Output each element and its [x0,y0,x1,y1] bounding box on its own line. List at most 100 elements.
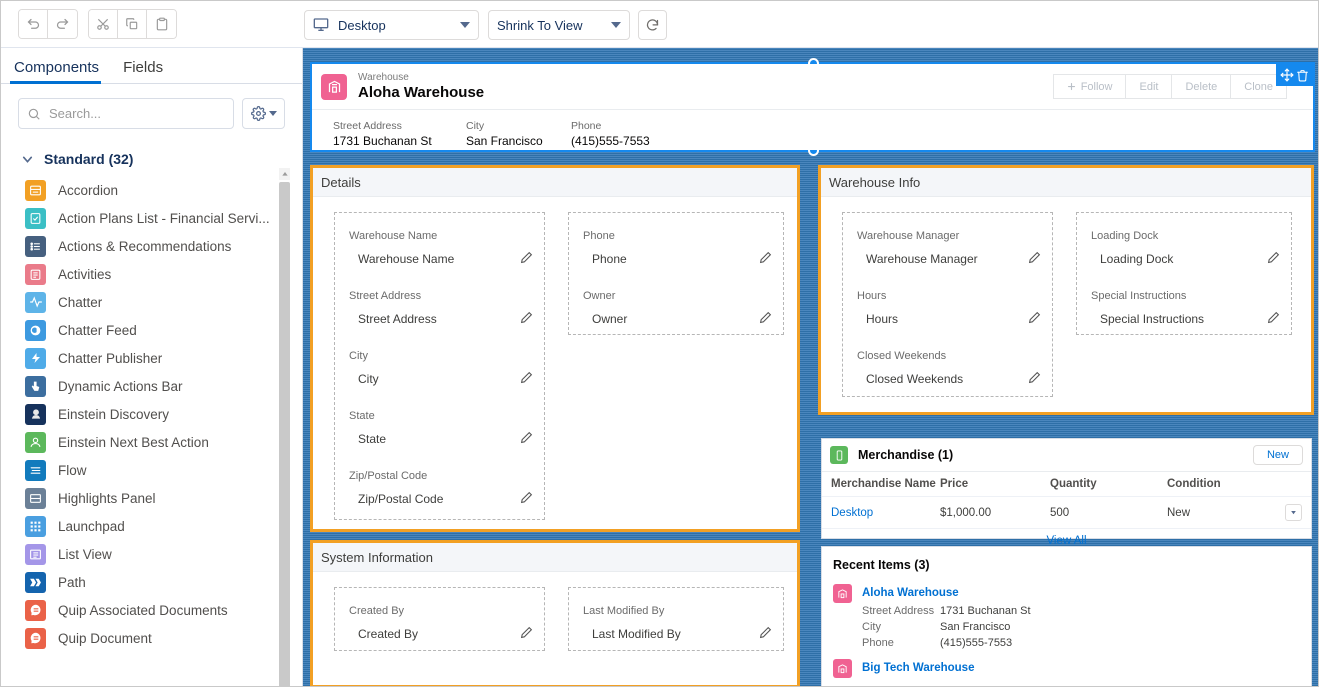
record-field-label: Phone [583,229,783,244]
warehouse-info-left-field-group[interactable]: Warehouse ManagerWarehouse ManagerHoursH… [842,212,1053,397]
recent-item-field: CitySan Francisco [862,619,1031,635]
component-list-item[interactable]: Quip Document [1,624,302,652]
scrollbar-thumb[interactable] [279,182,290,687]
undo-button[interactable] [19,10,48,38]
record-field-value: State [349,431,544,447]
highlights-field-label: City [466,119,571,133]
component-list-item[interactable]: Accordion [1,176,302,204]
record-field: CityCity [335,327,544,387]
component-list-item[interactable]: Dynamic Actions Bar [1,372,302,400]
tab-components[interactable]: Components [10,59,109,83]
details-right-field-group[interactable]: PhonePhoneOwnerOwner [568,212,784,335]
copy-button[interactable] [118,10,147,38]
search-box[interactable] [18,98,234,129]
row-actions-chevron-icon[interactable] [1285,504,1302,521]
details-left-field-group[interactable]: Warehouse NameWarehouse NameStreet Addre… [334,212,545,520]
highlights-field-label: Street Address [333,119,466,133]
component-list-item[interactable]: Actions & Recommendations [1,232,302,260]
drag-handle-icon[interactable] [1280,68,1294,82]
sidebar-scrollbar[interactable] [279,168,290,687]
highlights-action-follow[interactable]: Follow [1053,74,1126,99]
highlights-action-edit[interactable]: Edit [1125,74,1171,99]
merchandise-related-list[interactable]: Merchandise (1) New Merchandise NamePric… [821,438,1312,539]
component-list-item[interactable]: Einstein Next Best Action [1,428,302,456]
component-list-item[interactable]: Quip Associated Documents [1,596,302,624]
recent-item[interactable]: Aloha WarehouseStreet Address1731 Buchan… [822,576,1311,651]
edit-pencil-icon[interactable] [759,626,772,644]
action-plans-icon [25,208,46,229]
component-list-item[interactable]: Flow [1,456,302,484]
component-list-item[interactable]: Path [1,568,302,596]
component-list-item-label: Launchpad [58,519,125,534]
record-field-label: Created By [349,604,544,619]
recent-item-field-value: San Francisco [940,619,1010,635]
zoom-select-value: Shrink To View [497,18,611,33]
system-information-section-header: System Information [313,543,797,572]
refresh-button[interactable] [638,10,667,40]
warehouse-info-section[interactable]: Warehouse Info Warehouse ManagerWarehous… [818,165,1314,415]
system-information-section[interactable]: System Information Created ByCreated By … [310,540,800,687]
zoom-select[interactable]: Shrink To View [488,10,630,40]
edit-pencil-icon[interactable] [759,311,772,329]
highlights-field: CitySan Francisco [466,119,571,149]
recent-item-name-link[interactable]: Big Tech Warehouse [862,662,974,674]
highlights-panel-component[interactable]: Warehouse Aloha Warehouse FollowEditDele… [310,62,1315,152]
component-list-item[interactable]: Action Plans List - Financial Servi... [1,204,302,232]
plus-icon [1067,82,1076,91]
einstein-next-best-action-icon [25,432,46,453]
merchandise-column-header: Quantity [1050,472,1167,497]
component-list-item-label: Einstein Next Best Action [58,435,209,450]
merchandise-table-row[interactable]: Desktop$1,000.00500New [822,497,1311,529]
recent-item[interactable]: Big Tech Warehouse [822,651,1311,678]
chevron-down-icon [611,22,621,28]
sidebar-settings-button[interactable] [242,98,285,129]
highlights-fields: Street Address1731 Buchanan StCitySan Fr… [312,110,1313,149]
chevron-down-icon [269,111,277,116]
recent-item-field-value: 1731 Buchanan St [940,603,1031,619]
record-field: StateState [335,387,544,447]
merchandise-name-link[interactable]: Desktop [831,507,873,519]
component-list-item[interactable]: Highlights Panel [1,484,302,512]
tab-fields[interactable]: Fields [109,59,173,83]
record-field-value: Warehouse Name [349,251,544,267]
component-list-item-label: Chatter Feed [58,323,137,338]
merchandise-price: $1,000.00 [940,497,1050,529]
recent-item-field-value: (415)555-7553 [940,635,1012,651]
component-list-item[interactable]: Chatter [1,288,302,316]
highlights-field-value: 1731 Buchanan St [333,133,466,149]
component-list-item[interactable]: Activities [1,260,302,288]
edit-pencil-icon[interactable] [1028,371,1041,389]
system-information-left-field-group[interactable]: Created ByCreated By [334,587,545,651]
warehouse-info-section-header: Warehouse Info [821,168,1311,197]
edit-pencil-icon[interactable] [520,626,533,644]
merchandise-table-header-row: Merchandise NamePriceQuantityCondition [822,472,1311,497]
component-list-item[interactable]: Chatter Feed [1,316,302,344]
system-information-right-field-group[interactable]: Last Modified ByLast Modified By [568,587,784,651]
merchandise-new-button[interactable]: New [1253,445,1303,465]
recent-items-list[interactable]: Recent Items (3) Aloha WarehouseStreet A… [821,546,1312,687]
component-list-item[interactable]: Chatter Publisher [1,344,302,372]
trash-icon[interactable] [1296,69,1309,82]
highlights-action-delete[interactable]: Delete [1171,74,1230,99]
device-select[interactable]: Desktop [304,10,479,40]
edit-pencil-icon[interactable] [1267,311,1280,329]
edit-pencil-icon[interactable] [520,491,533,509]
redo-button[interactable] [48,10,77,38]
standard-section-header[interactable]: Standard (32) [1,129,302,176]
record-field: Last Modified ByLast Modified By [569,588,783,642]
scroll-up-icon[interactable] [279,168,290,180]
builder-toolbar: Desktop Shrink To View [1,1,1319,48]
search-input[interactable] [49,106,225,121]
record-field-value: Special Instructions [1091,311,1291,327]
warehouse-info-right-field-group[interactable]: Loading DockLoading DockSpecial Instruct… [1076,212,1292,335]
component-list-item[interactable]: List View [1,540,302,568]
paste-button[interactable] [147,10,176,38]
component-list-item[interactable]: Einstein Discovery [1,400,302,428]
recent-item-name-link[interactable]: Aloha Warehouse [862,587,959,599]
details-section[interactable]: Details Warehouse NameWarehouse NameStre… [310,165,800,532]
cut-button[interactable] [89,10,118,38]
details-section-header: Details [313,168,797,197]
recent-item-field-label: Phone [862,635,940,651]
component-list-item[interactable]: Launchpad [1,512,302,540]
record-field-value: City [349,371,544,387]
